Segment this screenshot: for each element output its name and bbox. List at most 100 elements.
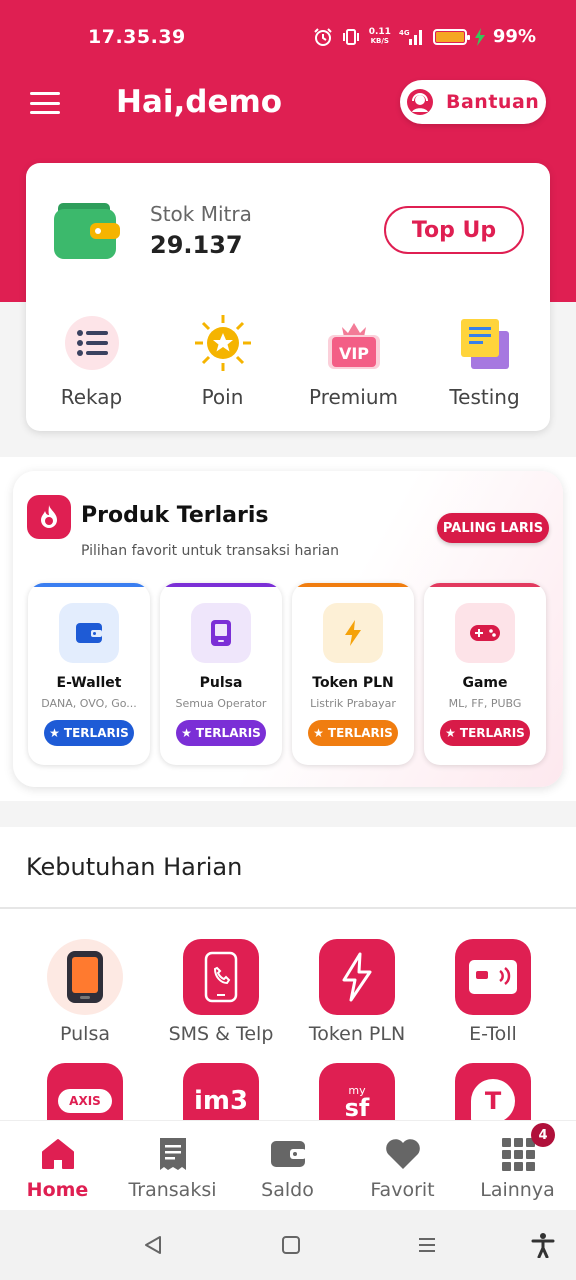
accessibility-icon[interactable] [530,1232,556,1258]
produk-title: Produk Terlaris [81,503,269,528]
star-icon: ★ [49,726,60,740]
kebutuhan-title: Kebutuhan Harian [26,853,243,881]
terlaris-badge: ★ TERLARIS [44,720,134,746]
nav-favorit[interactable]: Favorit [345,1121,460,1210]
nav-saldo[interactable]: Saldo [230,1121,345,1210]
signal-icon: 4G [399,29,422,45]
kebutuhan-label: E-Toll [469,1023,517,1045]
net-speed: 0.11 KB/S [368,26,391,45]
quick-item-rekap[interactable]: Rekap [26,313,157,409]
list-icon [62,313,122,373]
kebutuhan-item-sms-telp[interactable]: SMS & Telp [153,939,289,1045]
topup-button[interactable]: Top Up [384,206,524,254]
nav-label: Saldo [261,1179,314,1201]
vibrate-icon [342,28,359,45]
stok-label: Stok Mitra [150,202,252,226]
kebutuhan-item-pulsa[interactable]: Pulsa [17,939,153,1045]
produk-name: Game [462,675,508,691]
kebutuhan-label: Pulsa [60,1023,110,1045]
stok-value: 29.137 [150,231,243,259]
svg-text:VIP: VIP [338,344,368,363]
notes-icon [455,313,515,373]
produk-name: E-Wallet [56,675,122,691]
charging-icon [474,27,485,46]
produk-subtitle: Pilihan favorit untuk transaksi harian [81,543,340,559]
home-square-icon[interactable] [278,1232,304,1258]
bolt-icon [319,939,395,1015]
phone-icon [191,603,251,663]
bottom-nav: Home Transaksi Saldo Favorit Lainnya 4 [0,1120,576,1210]
battery-icon [432,28,470,45]
quick-label: Testing [449,385,520,409]
etoll-card-icon [455,939,531,1015]
back-icon[interactable] [140,1232,166,1258]
recents-icon[interactable] [414,1232,440,1258]
star-icon: ★ [313,726,324,740]
divider [0,907,576,909]
produk-desc: Listrik Prabayar [310,697,396,710]
wallet-card: Stok Mitra 29.137 Top Up Rekap Poin VIP … [26,163,550,431]
quick-label: Premium [309,385,398,409]
nav-label: Transaksi [128,1179,217,1201]
wallet-icon [269,1135,307,1173]
paling-laris-badge: PALING LARIS [437,513,549,543]
quick-item-premium[interactable]: VIP Premium [288,313,419,409]
star-icon: ★ [445,726,456,740]
greeting-title: Hai,demo [116,84,283,120]
produk-item-game[interactable]: Game ML, FF, PUBG ★ TERLARIS [424,583,546,765]
status-icons: 0.11 KB/S 4G 99% [313,26,536,47]
system-nav-bar [0,1210,576,1280]
star-icon: ★ [181,726,192,740]
battery-percent: 99% [492,26,536,47]
quick-label: Rekap [60,385,123,409]
kebutuhan-label: SMS & Telp [168,1023,274,1045]
produk-section: Produk Terlaris Pilihan favorit untuk tr… [0,457,576,801]
help-button[interactable]: Bantuan [400,80,546,124]
status-bar: 17.35.39 0.11 KB/S 4G 99% [0,22,576,58]
kebutuhan-section: Kebutuhan Harian Pulsa SMS & Telp Token … [0,827,576,1139]
terlaris-badge: ★ TERLARIS [308,720,398,746]
wallet-icon [59,603,119,663]
produk-item-pulsa[interactable]: Pulsa Semua Operator ★ TERLARIS [160,583,282,765]
gamepad-icon [455,603,515,663]
status-time: 17.35.39 [88,26,186,48]
menu-icon [30,92,60,95]
help-label: Bantuan [446,91,540,113]
phone-icon [47,939,123,1015]
alarm-icon [313,27,332,46]
vip-icon: VIP [324,313,384,373]
quick-item-testing[interactable]: Testing [419,313,550,409]
produk-desc: Semua Operator [175,697,267,710]
svg-text:4G: 4G [399,29,410,37]
nav-transaksi[interactable]: Transaksi [115,1121,230,1210]
produk-name: Pulsa [199,675,243,691]
produk-desc: DANA, OVO, Go... [41,697,137,710]
kebutuhan-item-token-pln[interactable]: Token PLN [289,939,425,1045]
terlaris-badge: ★ TERLARIS [440,720,530,746]
quick-label: Poin [201,385,244,409]
receipt-icon [154,1135,192,1173]
support-agent-icon [407,89,433,115]
wallet-icon [54,203,120,259]
phone-call-icon [183,939,259,1015]
nav-label: Lainnya [480,1179,555,1201]
fire-icon [27,495,71,539]
kebutuhan-item-etoll[interactable]: E-Toll [425,939,561,1045]
quick-menu: Rekap Poin VIP Premium Testing [26,313,550,409]
produk-card: Produk Terlaris Pilihan favorit untuk tr… [13,471,563,787]
quick-item-poin[interactable]: Poin [157,313,288,409]
menu-button[interactable] [30,92,60,114]
notification-badge: 4 [531,1123,555,1147]
star-badge-icon [193,313,253,373]
kebutuhan-label: Token PLN [308,1023,406,1045]
produk-item-ewallet[interactable]: E-Wallet DANA, OVO, Go... ★ TERLARIS [28,583,150,765]
heart-icon [384,1135,422,1173]
produk-item-token-pln[interactable]: Token PLN Listrik Prabayar ★ TERLARIS [292,583,414,765]
terlaris-badge: ★ TERLARIS [176,720,266,746]
nav-home[interactable]: Home [0,1121,115,1210]
produk-name: Token PLN [312,675,394,691]
grid-icon [499,1135,537,1173]
produk-list: E-Wallet DANA, OVO, Go... ★ TERLARIS Puls… [28,583,546,765]
nav-label: Home [26,1179,89,1201]
nav-lainnya[interactable]: Lainnya 4 [460,1121,575,1210]
